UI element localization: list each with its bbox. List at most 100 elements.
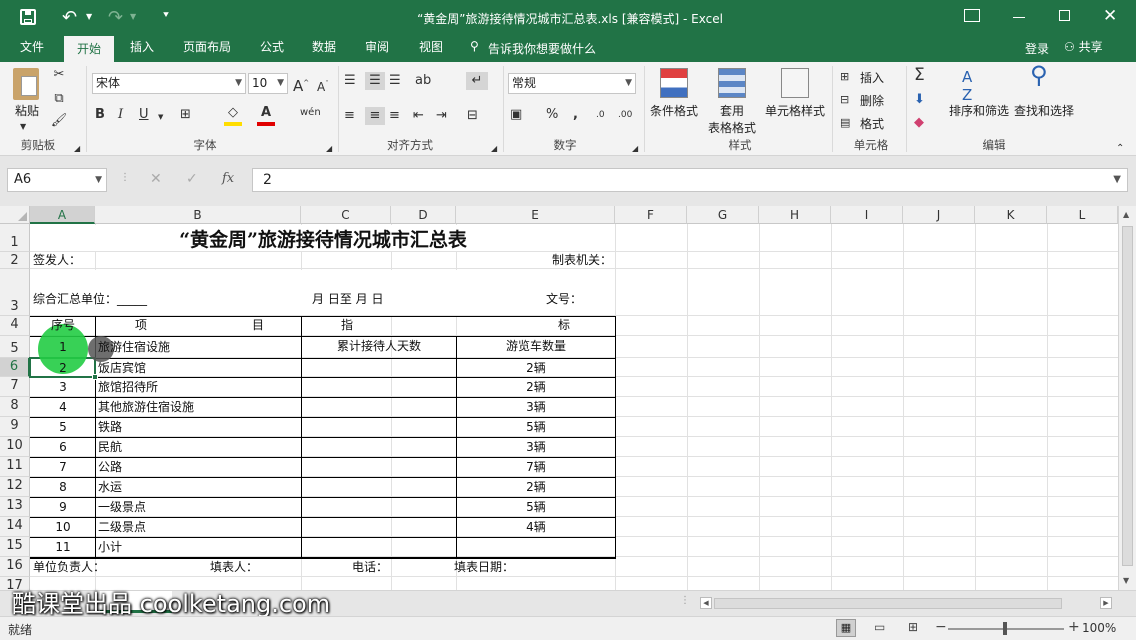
item-name-cell[interactable]: 其他旅游住宿设施 <box>98 398 298 417</box>
number-format-select[interactable]: 常规 ▼ <box>508 73 636 94</box>
wrap-text-icon[interactable]: ↵ <box>466 72 488 90</box>
customize-qat-icon[interactable]: ⯆ <box>162 10 170 21</box>
zoom-in-icon[interactable]: + <box>1068 619 1080 635</box>
share-button[interactable]: ⚇ 共享 <box>1064 38 1116 58</box>
column-header-A[interactable]: A <box>30 206 95 224</box>
cars-cell[interactable]: 2辆 <box>457 359 615 377</box>
column-header-C[interactable]: C <box>301 206 391 224</box>
org-label[interactable]: 制表机关： <box>500 252 612 269</box>
item-name-cell[interactable]: 一级景点 <box>98 498 298 517</box>
hscroll-left-icon[interactable]: ◀ <box>700 597 712 609</box>
phonetic-icon[interactable]: wén <box>300 104 321 122</box>
worksheet-grid[interactable]: ABCDEFGHIJKL 1 2 3 4 5 6 7 8 9 10 11 12 13 14 15 16 17 “… <box>0 206 1118 590</box>
item-name-cell[interactable]: 民航 <box>98 438 298 457</box>
sort-filter-icon[interactable]: AZ <box>962 68 972 104</box>
find-select-button[interactable]: 查找和选择 <box>1012 102 1076 119</box>
clear-icon[interactable]: ◆ <box>914 114 924 132</box>
row-header-14[interactable]: 14 <box>0 517 30 537</box>
tab-review[interactable]: 审阅 <box>354 36 400 62</box>
paste-button[interactable]: 粘贴 <box>10 102 44 119</box>
font-color-icon[interactable]: A <box>257 104 275 126</box>
row-header-1[interactable]: 1 <box>0 224 30 252</box>
row-header-16[interactable]: 16 <box>0 557 30 577</box>
row-header-2[interactable]: 2 <box>0 252 30 269</box>
sort-filter-button[interactable]: 排序和筛选 <box>944 102 1014 119</box>
minimize-icon[interactable] <box>1013 17 1025 18</box>
sheet-options-icon[interactable]: ⋮ <box>680 595 690 606</box>
orientation-icon[interactable]: ab <box>415 72 431 90</box>
item-name-cell[interactable]: 饭店宾馆 <box>98 359 298 377</box>
tell-me-input[interactable]: 告诉我你想要做什么 <box>488 40 596 57</box>
footer-head[interactable]: 单位负责人： <box>33 557 153 577</box>
decrease-decimal-icon[interactable]: .00 <box>618 106 632 124</box>
issuer-label[interactable]: 签发人： <box>33 252 153 269</box>
cars-cell[interactable] <box>457 538 615 557</box>
increase-decimal-icon[interactable]: .0 <box>596 106 605 124</box>
align-middle-icon[interactable]: ☰ <box>365 72 385 90</box>
item-name-cell[interactable]: 二级景点 <box>98 518 298 537</box>
tab-home[interactable]: 开始 <box>64 36 114 62</box>
fill-color-icon[interactable]: ◇ <box>224 104 242 126</box>
align-top-icon[interactable]: ☰ <box>344 72 356 90</box>
row-header-8[interactable]: 8 <box>0 397 30 417</box>
row-header-3[interactable]: 3 <box>0 269 30 316</box>
formula-input[interactable]: 2 ▼ <box>252 168 1128 192</box>
find-icon[interactable]: ⚲ <box>1030 63 1048 87</box>
align-bottom-icon[interactable]: ☰ <box>389 72 401 90</box>
row-header-13[interactable]: 13 <box>0 497 30 517</box>
seq-cell[interactable]: 6 <box>31 438 95 457</box>
footer-date[interactable]: 填表日期： <box>454 557 574 577</box>
merge-center-icon[interactable]: ⊟ <box>467 107 478 125</box>
horizontal-scroll-thumb[interactable] <box>714 598 1062 609</box>
item-name-cell[interactable]: 旅游住宿设施 <box>98 337 298 358</box>
column-header-B[interactable]: B <box>95 206 301 224</box>
format-as-table-icon[interactable] <box>718 68 746 98</box>
undo-icon[interactable]: ↶ <box>62 7 77 28</box>
italic-icon[interactable]: I <box>118 106 123 124</box>
cancel-entry-icon[interactable]: ✕ <box>150 171 162 187</box>
delete-cells-icon[interactable]: ⊟ <box>840 91 849 109</box>
tab-data[interactable]: 数据 <box>302 36 346 62</box>
align-right-icon[interactable]: ≡ <box>389 107 400 125</box>
fill-icon[interactable]: ⬇ <box>914 91 925 109</box>
cars-cell[interactable]: 5辆 <box>457 418 615 437</box>
comma-style-icon[interactable]: , <box>573 106 578 124</box>
sign-in-link[interactable]: 登录 <box>1025 40 1049 57</box>
scroll-up-icon[interactable]: ▲ <box>1123 210 1129 219</box>
paste-dropdown-icon[interactable]: ▼ <box>20 118 26 136</box>
column-header-D[interactable]: D <box>391 206 456 224</box>
autosum-icon[interactable]: Σ <box>914 66 925 84</box>
decrease-indent-icon[interactable]: ⇤ <box>413 107 424 125</box>
cars-cell[interactable]: 3辆 <box>457 398 615 417</box>
copy-icon[interactable]: ⧉ <box>50 90 68 108</box>
delete-cells-button[interactable]: 删除 <box>857 92 887 109</box>
select-all-corner[interactable] <box>0 206 30 224</box>
row-header-7[interactable]: 7 <box>0 377 30 397</box>
format-painter-icon[interactable]: 🖌 <box>50 112 68 130</box>
row-header-4[interactable]: 4 <box>0 316 30 336</box>
cell-styles-button[interactable]: 单元格样式 <box>762 102 828 119</box>
row-header-6[interactable]: 6 <box>0 358 30 377</box>
insert-function-icon[interactable]: fx <box>222 171 234 186</box>
seq-cell[interactable]: 5 <box>31 418 95 437</box>
percent-icon[interactable]: % <box>546 106 558 124</box>
row-header-5[interactable]: 5 <box>0 336 30 358</box>
cars-cell[interactable]: 3辆 <box>457 438 615 457</box>
insert-cells-icon[interactable]: ⊞ <box>840 68 849 86</box>
tab-view[interactable]: 视图 <box>408 36 454 62</box>
header-item-2[interactable]: 目 <box>200 317 300 333</box>
normal-view-icon[interactable]: ▦ <box>836 619 856 637</box>
seq-cell[interactable]: 8 <box>31 478 95 497</box>
item-name-cell[interactable]: 铁路 <box>98 418 298 437</box>
sheet-title[interactable]: “黄金周”旅游接待情况城市汇总表 <box>31 228 615 252</box>
format-as-table-button[interactable]: 套用 表格格式 <box>700 102 764 136</box>
name-box[interactable]: A6 ▼ <box>7 168 107 192</box>
column-header-J[interactable]: J <box>903 206 975 224</box>
column-header-F[interactable]: F <box>615 206 687 224</box>
font-name-select[interactable]: 宋体 ▼ <box>92 73 246 94</box>
seq-cell[interactable]: 10 <box>31 518 95 537</box>
seq-cell[interactable]: 11 <box>31 538 95 557</box>
decrease-font-icon[interactable]: Aˇ <box>317 75 329 96</box>
cars-cell[interactable]: 7辆 <box>457 458 615 477</box>
tab-formulas[interactable]: 公式 <box>250 36 294 62</box>
